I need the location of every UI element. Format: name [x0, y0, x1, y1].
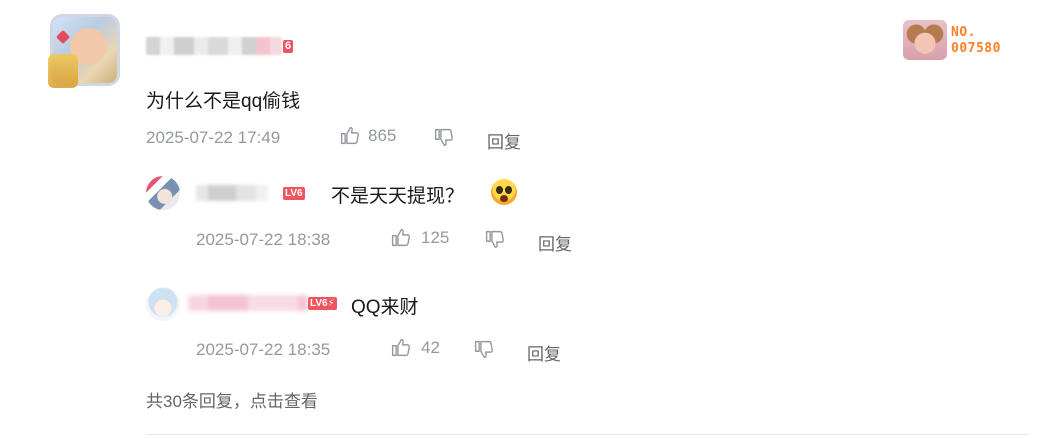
main-comment-dislike-button[interactable]: [433, 127, 454, 153]
comment-divider: [146, 434, 1028, 435]
thumbs-down-icon: [485, 230, 504, 249]
reply-2-username-blurred[interactable]: [188, 295, 308, 311]
main-comment-text: 为什么不是qq偷钱: [146, 91, 301, 112]
heart-icon: [55, 29, 71, 45]
main-comment-level-badge: 6: [283, 40, 294, 53]
reply-2-timestamp: 2025-07-22 18:35: [196, 340, 331, 359]
reply-2-reply-button[interactable]: 回复: [527, 340, 561, 365]
main-comment-reply-button[interactable]: 回复: [487, 128, 521, 153]
reply-1-timestamp: 2025-07-22 18:38: [196, 230, 331, 249]
reply-2-level-badge: LV6⚡: [308, 297, 337, 310]
thumbs-down-icon: [434, 128, 453, 147]
reply-2-text: QQ来财: [351, 297, 419, 318]
reply-1-username-blurred[interactable]: [196, 185, 268, 201]
avatar-frame-decoration: [48, 54, 78, 88]
reply-1-like-button[interactable]: [390, 227, 411, 253]
reply-2-like-button[interactable]: [390, 337, 411, 363]
reply-1-level-badge: LV6: [283, 187, 305, 200]
reply-2-avatar[interactable]: [146, 287, 180, 321]
view-more-replies-link[interactable]: 共30条回复，点击查看: [146, 387, 318, 412]
reply-1-avatar[interactable]: [146, 176, 180, 210]
main-comment-avatar[interactable]: [48, 14, 120, 88]
thumbs-up-icon: [340, 126, 359, 145]
reply-1-reply-button[interactable]: 回复: [538, 230, 572, 255]
reply-1-dislike-button[interactable]: [484, 229, 505, 255]
thumbs-down-icon: [474, 340, 493, 359]
main-comment-username-blurred[interactable]: [146, 37, 282, 55]
main-comment-timestamp: 2025-07-22 17:49: [146, 128, 281, 147]
main-comment-like-count: 865: [368, 126, 397, 145]
fan-card-label: NO.: [951, 25, 976, 40]
main-comment-like-button[interactable]: [339, 125, 360, 151]
reply-2-like-count: 42: [421, 338, 440, 357]
reply-2-dislike-button[interactable]: [473, 339, 494, 365]
shocked-emoji-icon: [491, 179, 517, 205]
reply-1-like-count: 125: [421, 228, 450, 247]
fan-card-number: 007580: [951, 41, 1001, 56]
reply-1-text: 不是天天提现？: [331, 186, 465, 207]
thumbs-up-icon: [391, 338, 410, 357]
fan-card-image[interactable]: [903, 20, 947, 60]
thumbs-up-icon: [391, 228, 410, 247]
